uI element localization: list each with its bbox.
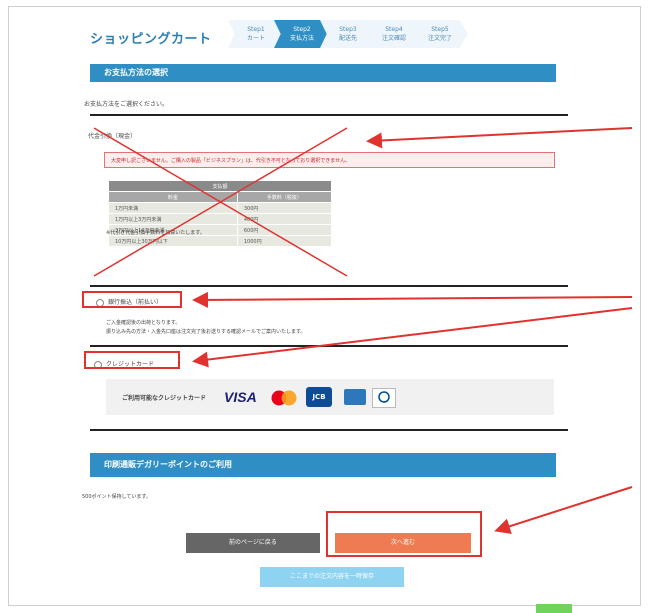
cross-out-icon (93, 127, 348, 277)
annotation-overlay (93, 127, 633, 534)
annotation-arrows (192, 127, 633, 534)
